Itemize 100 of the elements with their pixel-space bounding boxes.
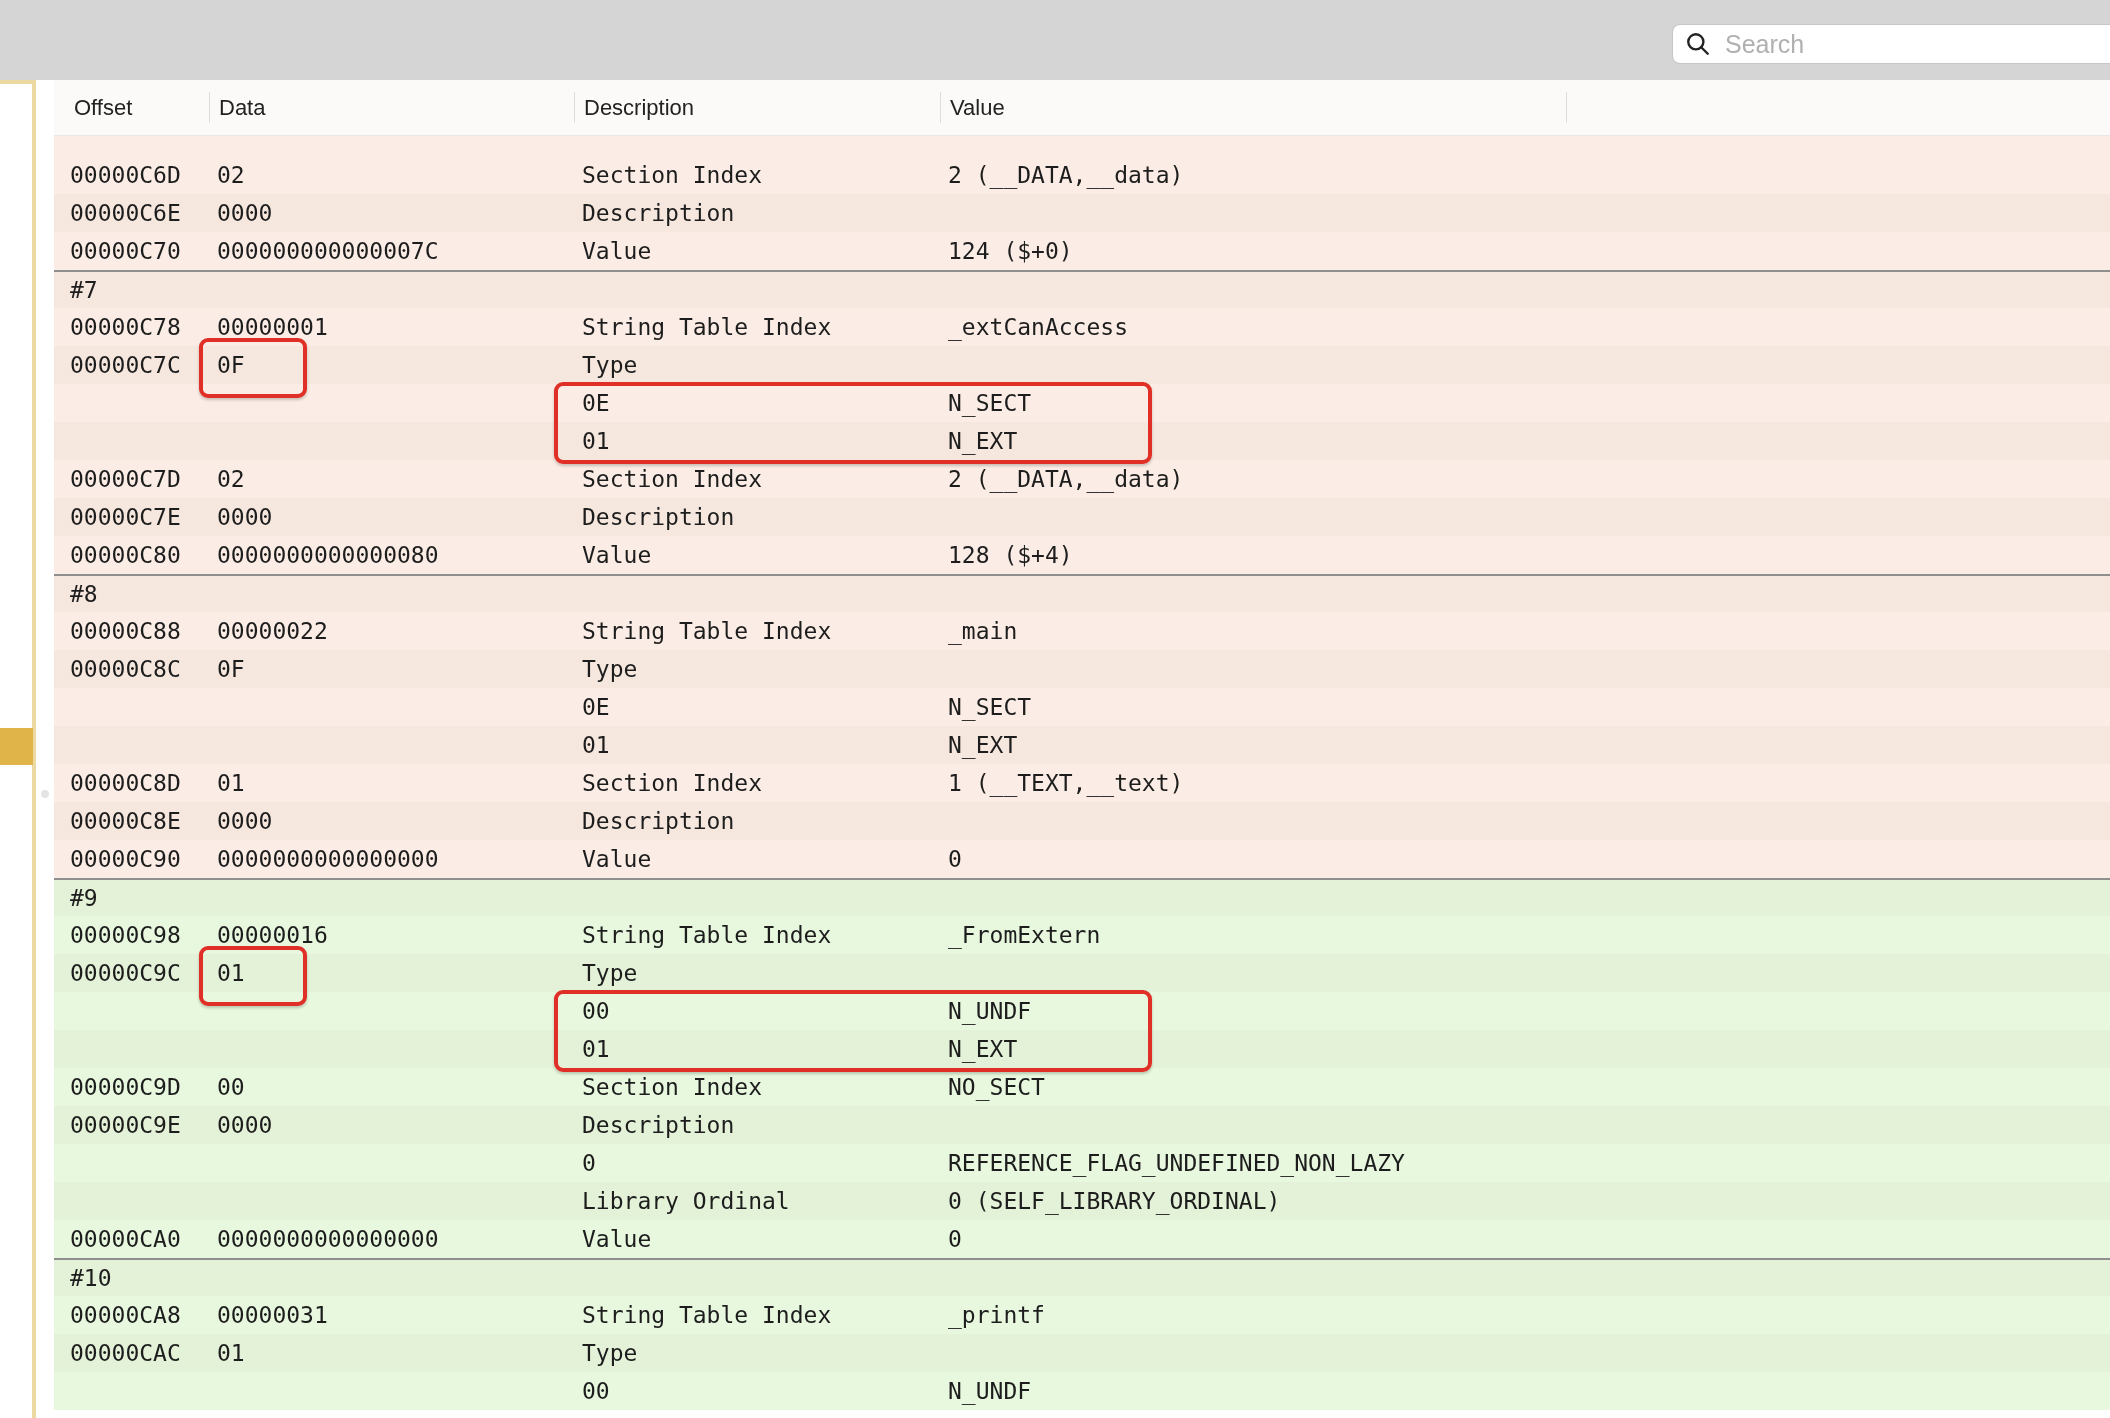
description-cell: Section Index xyxy=(582,466,762,492)
value-cell: N_UNDF xyxy=(948,1378,1032,1404)
description-cell: 0 xyxy=(582,1150,596,1176)
data-cell: 0000000000000000 xyxy=(217,1226,439,1252)
description-cell: 01 xyxy=(582,428,610,454)
data-cell: 02 xyxy=(217,466,245,492)
description-cell: Library Ordinal xyxy=(582,1188,790,1214)
description-cell: Type xyxy=(582,1340,638,1366)
data-cell: 0000 xyxy=(217,1112,273,1138)
symbol-number: #8 xyxy=(70,581,98,607)
offset-cell: 00000C8D xyxy=(70,770,181,796)
value-cell: 124 ($+0) xyxy=(948,238,1073,264)
description-cell: String Table Index xyxy=(582,314,832,340)
offset-cell: 00000C6E xyxy=(70,200,181,226)
description-cell: Type xyxy=(582,960,638,986)
value-cell: N_EXT xyxy=(948,428,1018,454)
search-field[interactable]: Search xyxy=(1673,25,2110,63)
value-cell: 0 xyxy=(948,846,962,872)
value-cell: _main xyxy=(948,618,1018,644)
description-cell: Description xyxy=(582,200,735,226)
description-cell: 0E xyxy=(582,390,610,416)
column-header[interactable]: Data xyxy=(209,92,574,123)
value-cell: _extCanAccess xyxy=(948,314,1128,340)
description-cell: Type xyxy=(582,656,638,682)
description-cell: Value xyxy=(582,542,652,568)
offset-cell: 00000CA0 xyxy=(70,1226,181,1252)
offset-cell: 00000C70 xyxy=(70,238,181,264)
data-cell: 0000 xyxy=(217,808,273,834)
data-cell: 0000000000000000 xyxy=(217,846,439,872)
value-cell: 1 (__TEXT,__text) xyxy=(948,770,1184,796)
offset-cell: 00000C7C xyxy=(70,352,181,378)
value-cell: N_SECT xyxy=(948,390,1032,416)
symbol-number: #9 xyxy=(70,885,98,911)
selection-marker xyxy=(0,728,33,765)
description-cell: Value xyxy=(582,238,652,264)
description-cell: Value xyxy=(582,1226,652,1252)
offset-cell: 00000C7E xyxy=(70,504,181,530)
description-cell: 00 xyxy=(582,998,610,1024)
data-cell: 00000001 xyxy=(217,314,328,340)
data-cell: 02 xyxy=(217,162,245,188)
data-cell: 00000016 xyxy=(217,922,328,948)
data-cell: 0F xyxy=(217,352,245,378)
data-cell: 01 xyxy=(217,1340,245,1366)
column-header[interactable]: Offset xyxy=(54,92,209,123)
offset-cell: 00000C98 xyxy=(70,922,181,948)
data-cell: 01 xyxy=(217,960,245,986)
splitter-handle[interactable] xyxy=(41,790,49,798)
offset-cell: 00000C88 xyxy=(70,618,181,644)
search-icon xyxy=(1685,31,1711,57)
value-cell: _FromExtern xyxy=(948,922,1101,948)
column-header[interactable]: Description xyxy=(574,92,940,123)
value-cell: NO_SECT xyxy=(948,1074,1045,1100)
value-cell: 128 ($+4) xyxy=(948,542,1073,568)
data-cell: 0F xyxy=(217,656,245,682)
offset-cell: 00000C9E xyxy=(70,1112,181,1138)
description-cell: String Table Index xyxy=(582,618,832,644)
data-cell: 00000031 xyxy=(217,1302,328,1328)
offset-cell: 00000C8E xyxy=(70,808,181,834)
value-cell: 2 (__DATA,__data) xyxy=(948,162,1184,188)
data-cell: 00 xyxy=(217,1074,245,1100)
offset-cell: 00000CAC xyxy=(70,1340,181,1366)
offset-cell: 00000C78 xyxy=(70,314,181,340)
description-cell: 0E xyxy=(582,694,610,720)
offset-cell: 00000C80 xyxy=(70,542,181,568)
description-cell: Description xyxy=(582,504,735,530)
data-cell: 00000022 xyxy=(217,618,328,644)
column-header[interactable]: Value xyxy=(940,92,1566,123)
data-cell: 0000000000000080 xyxy=(217,542,439,568)
description-cell: Section Index xyxy=(582,1074,762,1100)
offset-cell: 00000C6D xyxy=(70,162,181,188)
symbol-number: #10 xyxy=(70,1265,112,1291)
symbol-number: #7 xyxy=(70,277,98,303)
value-cell: N_SECT xyxy=(948,694,1032,720)
value-cell: REFERENCE_FLAG_UNDEFINED_NON_LAZY xyxy=(948,1150,1405,1176)
value-cell: N_EXT xyxy=(948,732,1018,758)
description-cell: 00 xyxy=(582,1378,610,1404)
description-cell: Section Index xyxy=(582,162,762,188)
description-cell: Type xyxy=(582,352,638,378)
data-cell: 000000000000007C xyxy=(217,238,439,264)
offset-cell: 00000C7D xyxy=(70,466,181,492)
description-cell: String Table Index xyxy=(582,1302,832,1328)
offset-cell: 00000C90 xyxy=(70,846,181,872)
value-cell: 0 xyxy=(948,1226,962,1252)
description-cell: Value xyxy=(582,846,652,872)
data-cell: 0000 xyxy=(217,504,273,530)
value-cell: N_EXT xyxy=(948,1036,1018,1062)
value-cell: 0 (SELF_LIBRARY_ORDINAL) xyxy=(948,1188,1281,1214)
value-cell: N_UNDF xyxy=(948,998,1032,1024)
description-cell: Description xyxy=(582,808,735,834)
value-cell: 2 (__DATA,__data) xyxy=(948,466,1184,492)
description-cell: Section Index xyxy=(582,770,762,796)
data-cell: 01 xyxy=(217,770,245,796)
offset-cell: 00000C9C xyxy=(70,960,181,986)
description-cell: String Table Index xyxy=(582,922,832,948)
description-cell: 01 xyxy=(582,732,610,758)
description-cell: 01 xyxy=(582,1036,610,1062)
data-cell: 0000 xyxy=(217,200,273,226)
offset-cell: 00000CA8 xyxy=(70,1302,181,1328)
offset-cell: 00000C9D xyxy=(70,1074,181,1100)
description-cell: Description xyxy=(582,1112,735,1138)
